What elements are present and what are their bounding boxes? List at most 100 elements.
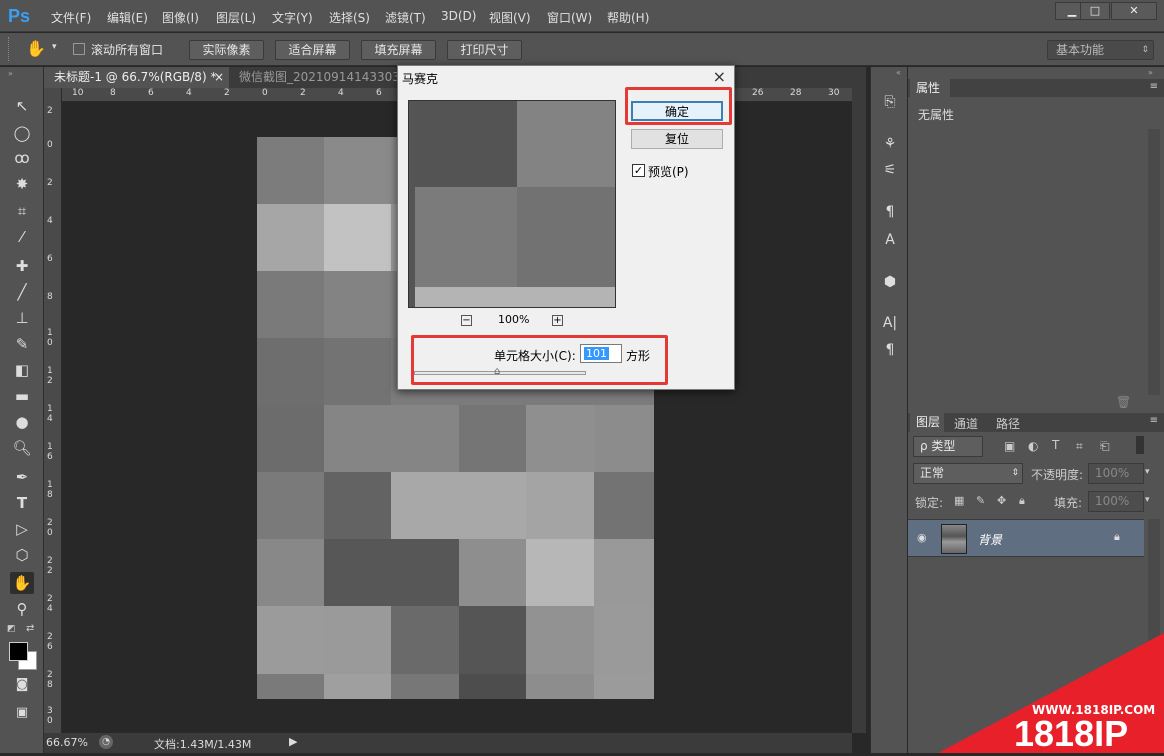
- ok-button[interactable]: 确定: [631, 101, 723, 121]
- reset-button[interactable]: 复位: [631, 129, 723, 149]
- eye-icon[interactable]: ◉: [917, 531, 927, 544]
- eyedropper-tool-icon[interactable]: ⁄: [10, 226, 34, 248]
- 3d-panel-icon[interactable]: ⬢: [878, 271, 902, 293]
- opacity-field[interactable]: 100%: [1088, 463, 1144, 484]
- quick-mask-icon[interactable]: ◙: [10, 674, 34, 696]
- trash-icon[interactable]: 🗑︎: [1116, 395, 1131, 409]
- brush-preset-icon[interactable]: ⚟: [878, 159, 902, 181]
- cell-size-input[interactable]: 101: [580, 344, 622, 363]
- screen-mode-icon[interactable]: ▣: [10, 702, 34, 724]
- filter-preview[interactable]: [408, 100, 616, 308]
- tab-layers[interactable]: 图层: [910, 413, 944, 432]
- workspace-select[interactable]: 基本功能 ⇕: [1047, 40, 1154, 60]
- blur-tool-icon[interactable]: ●: [10, 411, 34, 433]
- tab-untitled[interactable]: 未标题-1 @ 66.7%(RGB/8) * ×: [44, 67, 229, 88]
- move-tool-icon[interactable]: ↖: [10, 95, 34, 117]
- lock-image-icon[interactable]: ✎: [976, 494, 985, 507]
- menu-view[interactable]: 视图(V): [489, 9, 531, 26]
- fill-field[interactable]: 100%: [1088, 491, 1144, 512]
- history-brush-tool-icon[interactable]: ✎: [10, 333, 34, 355]
- filter-shape-icon[interactable]: ⌗: [1076, 439, 1083, 454]
- layer-row[interactable]: ◉ 背景 🔒︎: [908, 519, 1144, 557]
- tab-wechat-screenshot[interactable]: 微信截图_20210914143303..: [229, 67, 409, 88]
- tab-properties[interactable]: 属性: [910, 79, 950, 97]
- zoom-tool-icon[interactable]: ⚲: [10, 598, 34, 620]
- history-panel-icon[interactable]: ⎘: [878, 91, 902, 113]
- zoom-level[interactable]: 66.67%: [46, 736, 88, 749]
- filter-type-icon[interactable]: T: [1052, 438, 1059, 452]
- layer-name[interactable]: 背景: [978, 531, 1002, 548]
- filter-smartobject-icon[interactable]: ⎗: [1100, 439, 1110, 454]
- opacity-dropdown-icon[interactable]: ▾: [1145, 467, 1150, 477]
- vertical-scrollbar[interactable]: [852, 88, 866, 733]
- properties-scrollbar[interactable]: [1148, 129, 1160, 395]
- lasso-tool-icon[interactable]: ꝏ: [10, 147, 34, 169]
- fill-screen-button[interactable]: 填充屏幕: [361, 40, 436, 60]
- print-size-button[interactable]: 打印尺寸: [447, 40, 522, 60]
- dodge-tool-icon[interactable]: 🔍︎: [10, 437, 34, 459]
- lock-transparent-icon[interactable]: ▦: [954, 494, 964, 507]
- collapse-icon[interactable]: »: [8, 69, 13, 78]
- close-window-button[interactable]: ✕: [1111, 2, 1157, 20]
- zoom-in-button[interactable]: +: [552, 315, 563, 326]
- menu-file[interactable]: 文件(F): [51, 9, 91, 26]
- type-tool-icon[interactable]: T: [10, 492, 34, 514]
- blend-mode-select[interactable]: 正常 ⇕: [913, 463, 1023, 484]
- path-selection-tool-icon[interactable]: ▷: [10, 518, 34, 540]
- scroll-all-checkbox[interactable]: [73, 43, 85, 55]
- menu-help[interactable]: 帮助(H): [607, 9, 649, 26]
- lock-all-icon[interactable]: 🔒︎: [1019, 494, 1025, 508]
- brush-tool-icon[interactable]: ╱: [10, 281, 34, 303]
- fill-dropdown-icon[interactable]: ▾: [1145, 495, 1150, 505]
- swap-colors-icon[interactable]: ⇄: [26, 623, 34, 634]
- brush-panel-icon[interactable]: ⚘: [878, 133, 902, 155]
- preview-checkbox[interactable]: ✓: [632, 164, 645, 177]
- menu-select[interactable]: 选择(S): [329, 9, 370, 26]
- status-menu-arrow-icon[interactable]: ▶: [289, 735, 297, 748]
- menu-edit[interactable]: 编辑(E): [107, 9, 148, 26]
- filter-toggle[interactable]: [1136, 436, 1144, 454]
- filter-pixel-icon[interactable]: ▣: [1004, 439, 1015, 453]
- hand-icon[interactable]: ✋: [26, 39, 46, 58]
- healing-brush-tool-icon[interactable]: ✚: [10, 255, 34, 277]
- menu-type[interactable]: 文字(Y): [272, 9, 313, 26]
- maximize-button[interactable]: □: [1080, 2, 1110, 20]
- tab-close-icon[interactable]: ×: [214, 67, 224, 87]
- grip-handle[interactable]: [8, 37, 11, 61]
- tool-preset-dropdown-icon[interactable]: ▾: [52, 42, 57, 52]
- default-colors-icon[interactable]: ◩: [7, 624, 16, 634]
- menu-image[interactable]: 图像(I): [162, 9, 199, 26]
- menu-layer[interactable]: 图层(L): [216, 9, 256, 26]
- fit-screen-button[interactable]: 适合屏幕: [275, 40, 350, 60]
- kind-filter-select[interactable]: ρ 类型: [913, 436, 983, 457]
- character-panel-icon[interactable]: A|: [878, 312, 902, 334]
- menu-3d[interactable]: 3D(D): [441, 9, 476, 23]
- clone-stamp-tool-icon[interactable]: ⊥: [10, 307, 34, 329]
- marquee-tool-icon[interactable]: ◯: [10, 122, 34, 144]
- filter-adjustment-icon[interactable]: ◐: [1028, 439, 1038, 453]
- paragraph-panel-icon[interactable]: ¶: [878, 339, 902, 361]
- menu-filter[interactable]: 滤镜(T): [385, 9, 426, 26]
- collapse-icon[interactable]: »: [1148, 68, 1153, 77]
- paragraph-style-icon[interactable]: ¶: [878, 201, 902, 223]
- actual-pixels-button[interactable]: 实际像素: [189, 40, 264, 60]
- foreground-color-swatch[interactable]: [9, 642, 28, 661]
- panel-menu-icon[interactable]: ≡: [1150, 415, 1158, 426]
- character-style-icon[interactable]: A: [878, 229, 902, 251]
- close-icon[interactable]: ×: [713, 67, 726, 86]
- lock-position-icon[interactable]: ✥: [997, 494, 1006, 507]
- panel-menu-icon[interactable]: ≡: [1150, 81, 1158, 92]
- magic-wand-tool-icon[interactable]: ✸: [10, 173, 34, 195]
- collapse-icon[interactable]: «: [896, 68, 901, 77]
- info-icon[interactable]: ◔: [99, 735, 113, 749]
- eraser-tool-icon[interactable]: ◧: [10, 359, 34, 381]
- menu-window[interactable]: 窗口(W): [547, 9, 592, 26]
- pen-tool-icon[interactable]: ✒: [10, 466, 34, 488]
- zoom-out-button[interactable]: −: [461, 315, 472, 326]
- tab-channels[interactable]: 通道: [954, 415, 978, 432]
- shape-tool-icon[interactable]: ⬡: [10, 544, 34, 566]
- hand-tool-icon[interactable]: ✋: [10, 572, 34, 594]
- crop-tool-icon[interactable]: ⌗: [10, 200, 34, 222]
- gradient-tool-icon[interactable]: ▬: [10, 385, 34, 407]
- slider-thumb[interactable]: ⌂: [494, 366, 500, 377]
